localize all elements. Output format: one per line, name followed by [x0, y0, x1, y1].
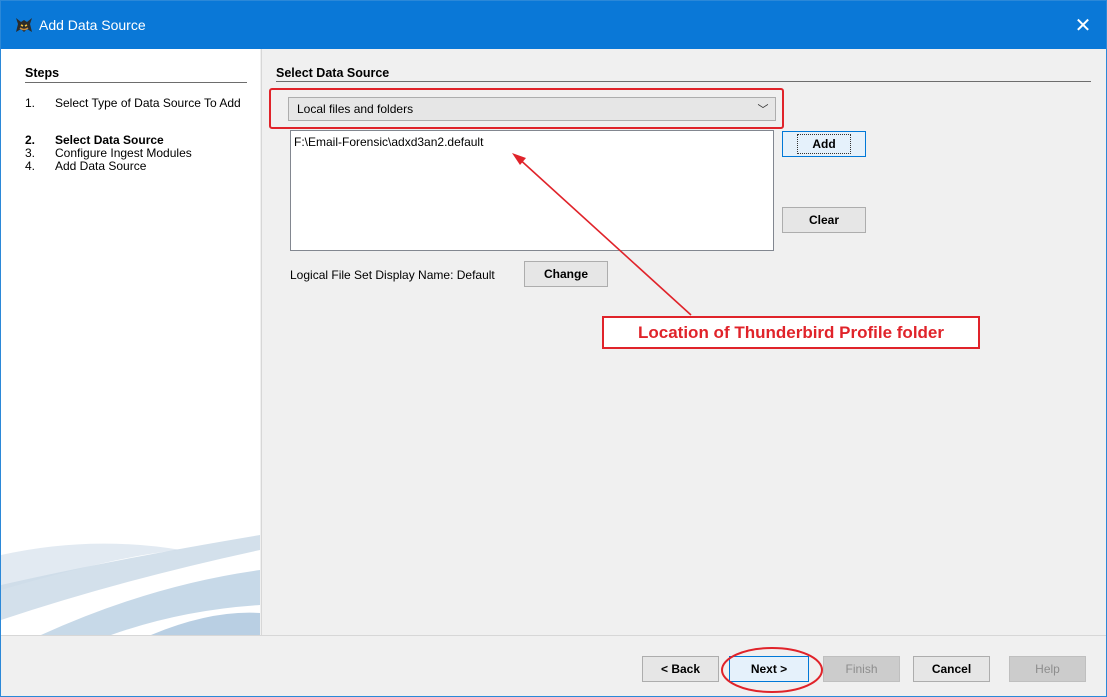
- selected-paths-list[interactable]: F:\Email-Forensic\adxd3an2.default: [290, 130, 774, 251]
- help-button[interactable]: Help: [1009, 656, 1086, 682]
- steps-panel: Steps 1. Select Type of Data Source To A…: [1, 49, 260, 635]
- close-icon: ✕: [1074, 14, 1092, 37]
- section-divider: [276, 81, 1091, 82]
- add-data-source-dialog: Add Data Source ✕ Steps 1. Select Type o…: [0, 0, 1107, 697]
- source-type-dropdown[interactable]: Local files and folders ﹀: [288, 97, 776, 121]
- title-bar: Add Data Source ✕: [1, 1, 1106, 49]
- step-label: Add Data Source: [55, 159, 147, 173]
- section-title: Select Data Source: [276, 66, 390, 80]
- step-number: 1.: [25, 96, 36, 110]
- step-number: 3.: [25, 146, 36, 160]
- step-label: Configure Ingest Modules: [55, 146, 192, 160]
- close-button[interactable]: ✕: [1060, 1, 1106, 49]
- clear-button[interactable]: Clear: [782, 207, 866, 233]
- autopsy-dog-icon: [16, 18, 32, 32]
- step-item-2: 2. Select Data Source: [25, 134, 245, 146]
- steps-divider: [25, 82, 247, 83]
- cancel-button[interactable]: Cancel: [913, 656, 990, 682]
- step-item-1: 1. Select Type of Data Source To Add: [25, 97, 245, 109]
- add-button[interactable]: Add: [782, 131, 866, 157]
- wizard-button-bar: < Back Next > Finish Cancel Help: [1, 635, 1106, 696]
- decorative-swoosh-graphic: [1, 535, 260, 635]
- window-title: Add Data Source: [39, 17, 146, 33]
- chevron-down-icon: ﹀: [757, 104, 769, 116]
- annotation-circle: [721, 647, 823, 693]
- list-item[interactable]: F:\Email-Forensic\adxd3an2.default: [294, 135, 770, 149]
- step-label: Select Data Source: [55, 133, 164, 147]
- annotation-callout: Location of Thunderbird Profile folder: [602, 316, 980, 349]
- change-button[interactable]: Change: [524, 261, 608, 287]
- step-label: Select Type of Data Source To Add: [55, 96, 241, 110]
- step-number: 2.: [25, 133, 36, 147]
- source-type-selected: Local files and folders: [297, 102, 414, 116]
- finish-button[interactable]: Finish: [823, 656, 900, 682]
- step-number: 4.: [25, 159, 36, 173]
- step-item-3: 3. Configure Ingest Modules: [25, 147, 245, 159]
- steps-header: Steps: [25, 66, 60, 80]
- back-button[interactable]: < Back: [642, 656, 719, 682]
- step-item-4: 4. Add Data Source: [25, 160, 245, 172]
- select-data-source-panel: Select Data Source Local files and folde…: [261, 49, 1106, 635]
- logical-file-set-label: Logical File Set Display Name: Default: [290, 268, 495, 282]
